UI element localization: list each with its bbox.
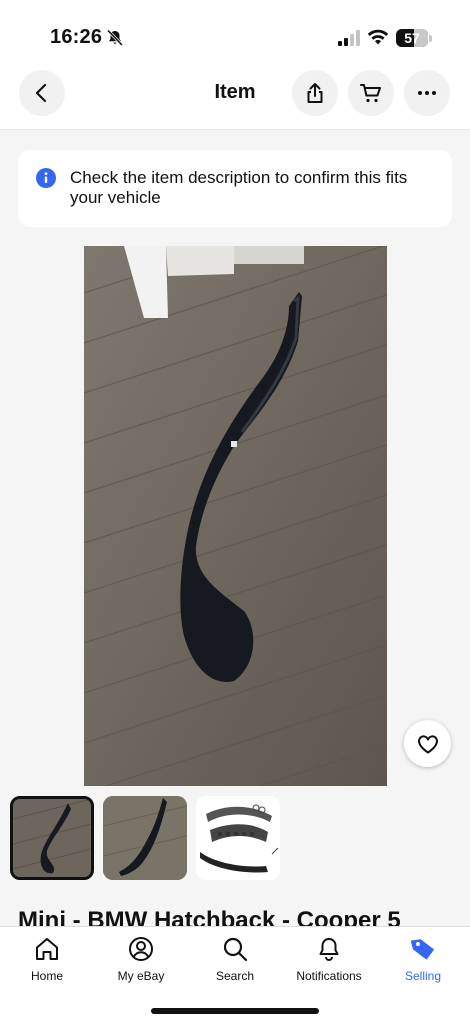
- share-icon: [307, 83, 323, 103]
- heart-icon: [417, 734, 438, 753]
- page-title: Item: [214, 81, 256, 103]
- user-icon: [129, 937, 153, 961]
- cellular-signal-icon: [338, 30, 360, 46]
- nav-bar: Item: [0, 64, 470, 130]
- thumbnail-2[interactable]: [103, 796, 187, 880]
- more-horizontal-icon: [418, 91, 436, 95]
- info-icon: [36, 168, 56, 188]
- thumbnail-1[interactable]: [10, 796, 94, 880]
- wifi-icon: [367, 29, 389, 45]
- cart-button[interactable]: [348, 70, 394, 116]
- product-photo: [84, 246, 387, 786]
- thumbnail-photo: [13, 799, 91, 877]
- item-main-image[interactable]: [84, 246, 387, 786]
- home-icon: [36, 938, 58, 960]
- tab-home[interactable]: Home: [0, 935, 94, 987]
- tab-label: My eBay: [117, 969, 165, 983]
- thumbnail-3[interactable]: [196, 796, 280, 880]
- home-indicator: [151, 1008, 319, 1014]
- tab-label: Selling: [404, 969, 442, 983]
- notice-text: Check the item description to confirm th…: [70, 168, 408, 207]
- add-to-watchlist-button[interactable]: [404, 720, 451, 767]
- tag-icon: [410, 939, 435, 960]
- battery-nub: [429, 35, 432, 42]
- bell-slash-icon: [106, 29, 124, 47]
- tab-my-ebay[interactable]: My eBay: [94, 935, 188, 987]
- share-button[interactable]: [292, 70, 338, 116]
- cart-icon: [360, 84, 381, 103]
- status-bar: 16:26 57: [0, 0, 470, 64]
- tab-search[interactable]: Search: [188, 935, 282, 987]
- tab-selling[interactable]: Selling: [376, 935, 470, 987]
- back-button[interactable]: [19, 70, 65, 116]
- battery-percent: 57: [404, 30, 420, 46]
- thumbnail-photo: [103, 796, 187, 880]
- battery-indicator: 57: [396, 29, 428, 47]
- more-options-button[interactable]: [404, 70, 450, 116]
- tab-label: Notifications: [296, 969, 362, 983]
- parts-diagram-thumbnail: [196, 796, 280, 880]
- fitment-notice: Check the item description to confirm th…: [18, 150, 452, 227]
- tab-notifications[interactable]: Notifications: [282, 935, 376, 987]
- search-icon: [223, 937, 248, 962]
- bell-icon: [319, 938, 339, 961]
- tab-label: Search: [215, 969, 255, 983]
- tab-label: Home: [30, 969, 63, 983]
- status-time: 16:26: [50, 26, 103, 48]
- chevron-left-icon: [35, 83, 47, 103]
